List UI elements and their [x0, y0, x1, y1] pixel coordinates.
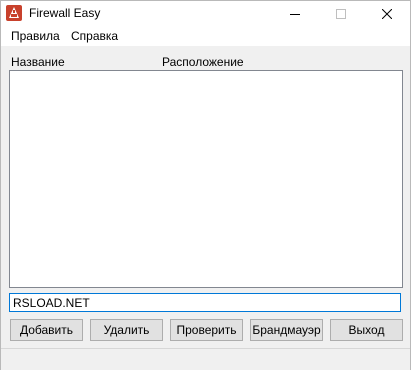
- rules-list[interactable]: [9, 70, 403, 288]
- maximize-button[interactable]: [318, 1, 364, 27]
- program-path-input[interactable]: [9, 293, 401, 312]
- firewall-button[interactable]: Брандмауэр: [250, 319, 323, 341]
- title-bar[interactable]: Firewall Easy: [1, 1, 410, 27]
- column-header-location[interactable]: Расположение: [162, 55, 244, 69]
- maximize-icon: [336, 9, 346, 19]
- window-title: Firewall Easy: [29, 6, 101, 20]
- minimize-icon: [290, 14, 300, 15]
- exit-button[interactable]: Выход: [330, 319, 403, 341]
- add-button[interactable]: Добавить: [10, 319, 83, 341]
- close-icon: [382, 9, 392, 19]
- delete-button[interactable]: Удалить: [90, 319, 163, 341]
- column-header-name[interactable]: Название: [11, 55, 65, 69]
- check-button[interactable]: Проверить: [170, 319, 243, 341]
- menu-bar: Правила Справка: [1, 27, 410, 46]
- status-bar: [1, 348, 410, 370]
- menu-rules[interactable]: Правила: [11, 29, 60, 43]
- close-button[interactable]: [364, 1, 410, 27]
- firewall-app-icon: [6, 5, 22, 21]
- app-window: Firewall Easy Правила Справка Название Р…: [0, 0, 411, 370]
- menu-help[interactable]: Справка: [71, 29, 118, 43]
- minimize-button[interactable]: [272, 1, 318, 27]
